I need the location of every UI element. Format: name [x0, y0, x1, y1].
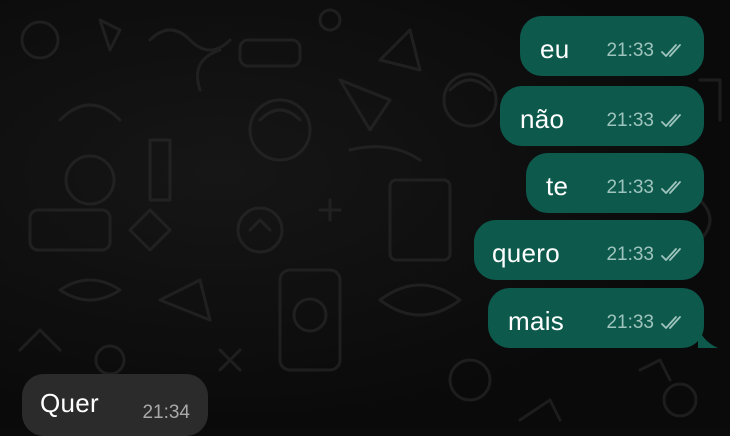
- message-text: quero: [492, 238, 560, 268]
- message-time: 21:33: [606, 312, 654, 333]
- message-text: Quer: [40, 388, 100, 418]
- message-text: não: [520, 104, 565, 134]
- message-text: eu: [540, 34, 570, 64]
- bubble-tail-icon: [698, 328, 718, 348]
- outgoing-message-bubble[interactable]: não 21:33: [500, 86, 704, 146]
- message-time: 21:33: [606, 177, 654, 198]
- outgoing-message-bubble[interactable]: mais 21:33: [488, 288, 704, 348]
- double-check-icon: [661, 114, 681, 127]
- message-time: 21:33: [606, 244, 654, 265]
- double-check-icon: [661, 181, 681, 194]
- message-meta: 21:33: [606, 40, 686, 62]
- double-check-icon: [661, 248, 681, 261]
- double-check-icon: [661, 44, 681, 57]
- message-meta: 21:33: [606, 244, 686, 266]
- outgoing-message-bubble[interactable]: quero 21:33: [474, 220, 704, 280]
- message-text: te: [546, 171, 569, 201]
- incoming-message-bubble[interactable]: Quer 21:34: [22, 374, 208, 436]
- message-time: 21:33: [606, 40, 654, 61]
- message-meta: 21:33: [606, 177, 686, 199]
- message-text: mais: [508, 306, 565, 336]
- message-time: 21:34: [142, 402, 190, 423]
- double-check-icon: [661, 316, 681, 329]
- message-time: 21:33: [606, 110, 654, 131]
- message-meta: 21:33: [606, 110, 686, 132]
- outgoing-message-bubble[interactable]: eu 21:33: [520, 16, 704, 76]
- message-meta: 21:33: [606, 312, 686, 334]
- message-meta: 21:34: [142, 402, 190, 424]
- outgoing-message-bubble[interactable]: te 21:33: [526, 153, 704, 213]
